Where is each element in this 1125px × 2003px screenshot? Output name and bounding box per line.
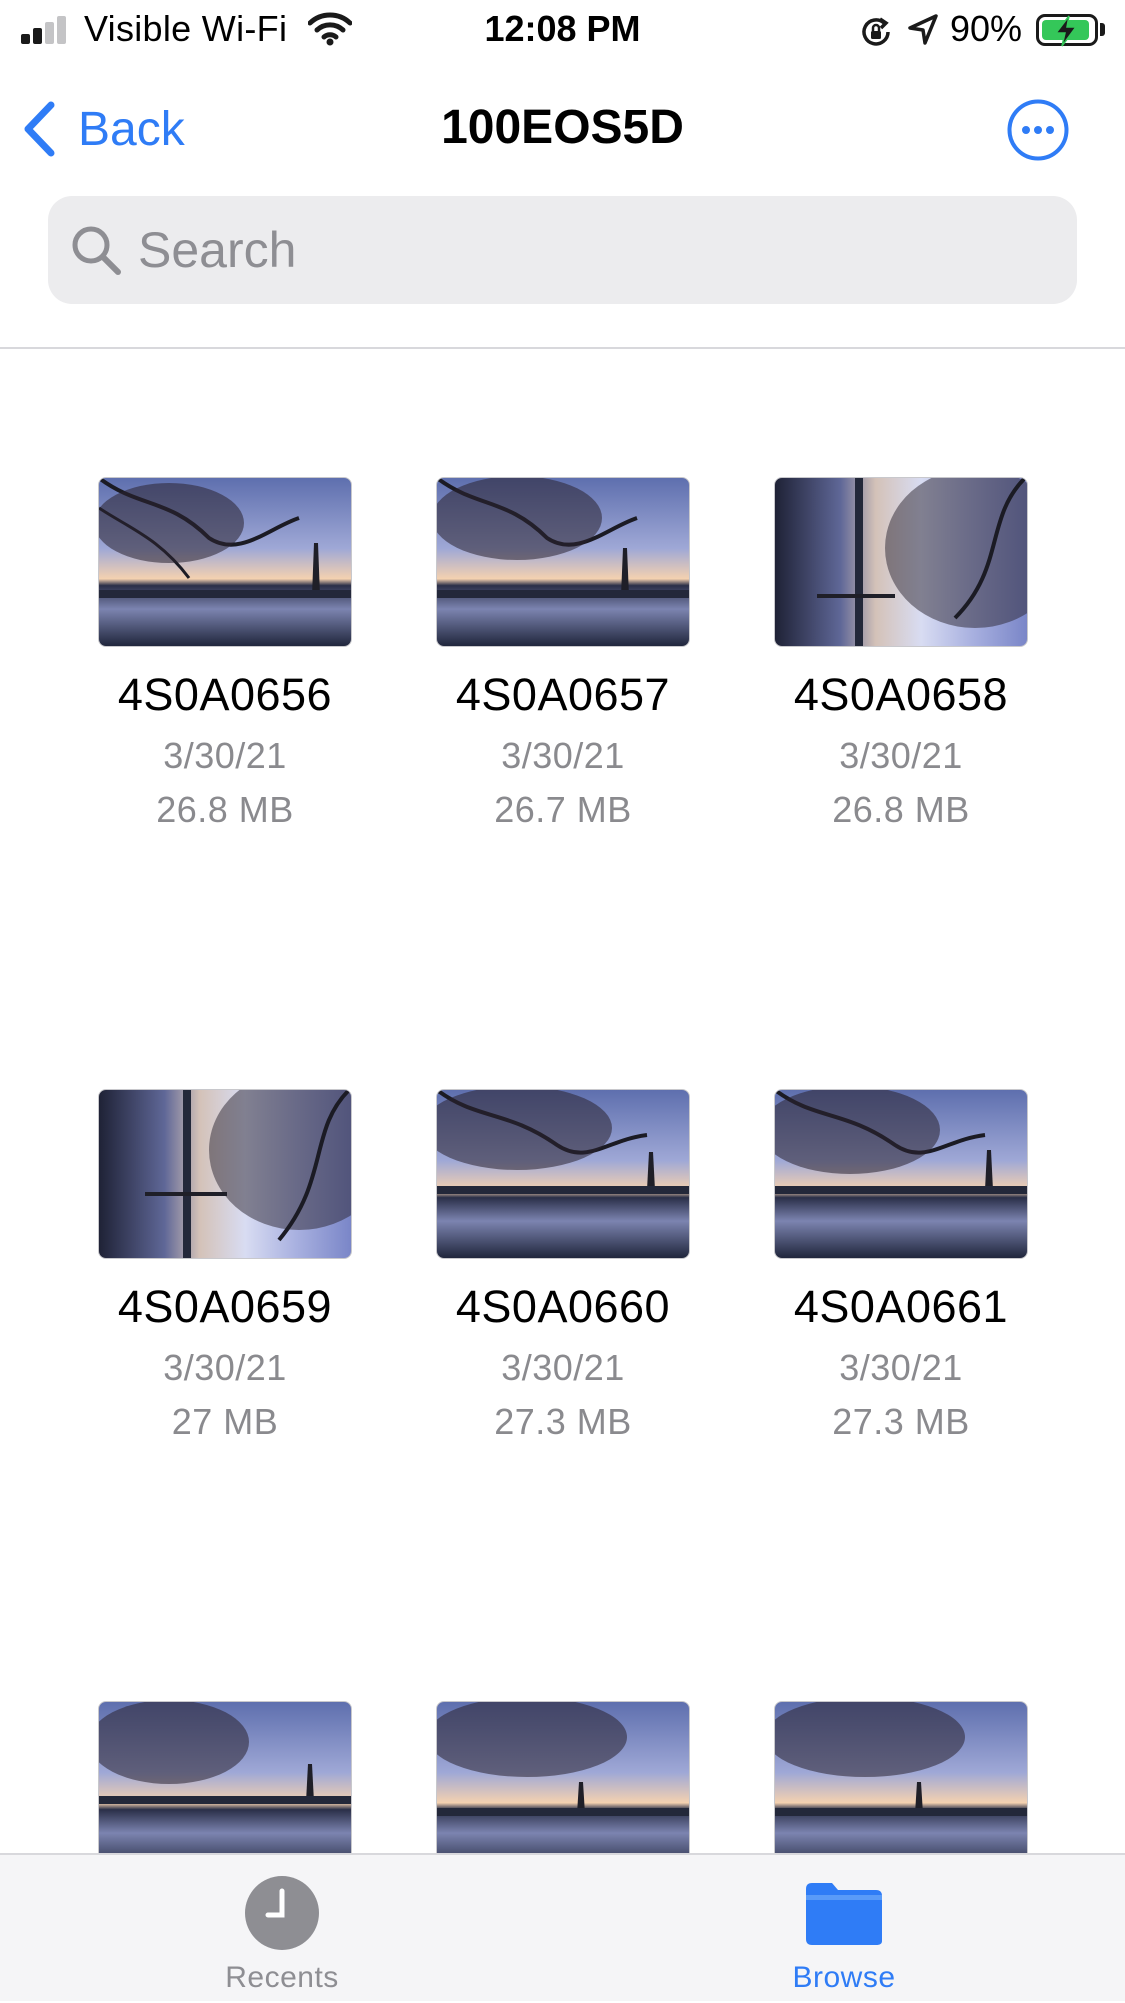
tab-recents-label: Recents xyxy=(225,1961,339,1994)
file-thumbnail xyxy=(774,1089,1028,1259)
file-date: 3/30/21 xyxy=(163,735,287,776)
file-size: 27.3 MB xyxy=(832,1401,970,1442)
file-thumbnail xyxy=(98,477,352,647)
file-date: 3/30/21 xyxy=(839,735,963,776)
file-thumbnail xyxy=(98,1089,352,1259)
file-item[interactable]: 4S0A0658 3/30/21 26.8 MB xyxy=(741,477,1061,831)
file-item[interactable]: 4S0A0656 3/30/21 26.8 MB xyxy=(65,477,385,831)
file-name: 4S0A0659 xyxy=(117,1281,333,1332)
file-size: 26.8 MB xyxy=(156,789,294,830)
file-grid: 4S0A0656 3/30/21 26.8 MB 4S0A0657 3/30/2… xyxy=(0,0,1125,1853)
tab-bar: Recents Browse xyxy=(0,1853,1125,2001)
file-thumbnail xyxy=(436,1701,690,1853)
file-name: 4S0A0660 xyxy=(455,1281,671,1332)
file-thumbnail xyxy=(436,1089,690,1259)
file-item[interactable]: 4S0A0661 3/30/21 27.3 MB xyxy=(741,1089,1061,1443)
file-date: 3/30/21 xyxy=(501,1347,625,1388)
file-name: 4S0A0658 xyxy=(793,669,1009,720)
file-size: 27.3 MB xyxy=(494,1401,632,1442)
file-name: 4S0A0656 xyxy=(117,669,333,720)
file-item[interactable] xyxy=(65,1701,385,1853)
tab-recents[interactable]: Recents xyxy=(152,1855,412,2003)
file-item[interactable] xyxy=(741,1701,1061,1853)
file-thumbnail xyxy=(774,477,1028,647)
clock-icon xyxy=(245,1876,319,1950)
file-size: 26.7 MB xyxy=(494,789,632,830)
file-name: 4S0A0661 xyxy=(793,1281,1009,1332)
file-size: 26.8 MB xyxy=(832,789,970,830)
file-size: 27 MB xyxy=(171,1401,279,1442)
file-date: 3/30/21 xyxy=(839,1347,963,1388)
folder-icon xyxy=(806,1883,882,1945)
file-date: 3/30/21 xyxy=(163,1347,287,1388)
file-thumbnail xyxy=(774,1701,1028,1853)
file-thumbnail xyxy=(436,477,690,647)
file-date: 3/30/21 xyxy=(501,735,625,776)
file-name: 4S0A0657 xyxy=(455,669,671,720)
file-thumbnail xyxy=(98,1701,352,1853)
tab-browse[interactable]: Browse xyxy=(714,1855,974,2003)
file-item[interactable]: 4S0A0659 3/30/21 27 MB xyxy=(65,1089,385,1443)
file-item[interactable]: 4S0A0657 3/30/21 26.7 MB xyxy=(403,477,723,831)
tab-browse-label: Browse xyxy=(792,1961,896,1994)
file-item[interactable]: 4S0A0660 3/30/21 27.3 MB xyxy=(403,1089,723,1443)
file-item[interactable] xyxy=(403,1701,723,1853)
